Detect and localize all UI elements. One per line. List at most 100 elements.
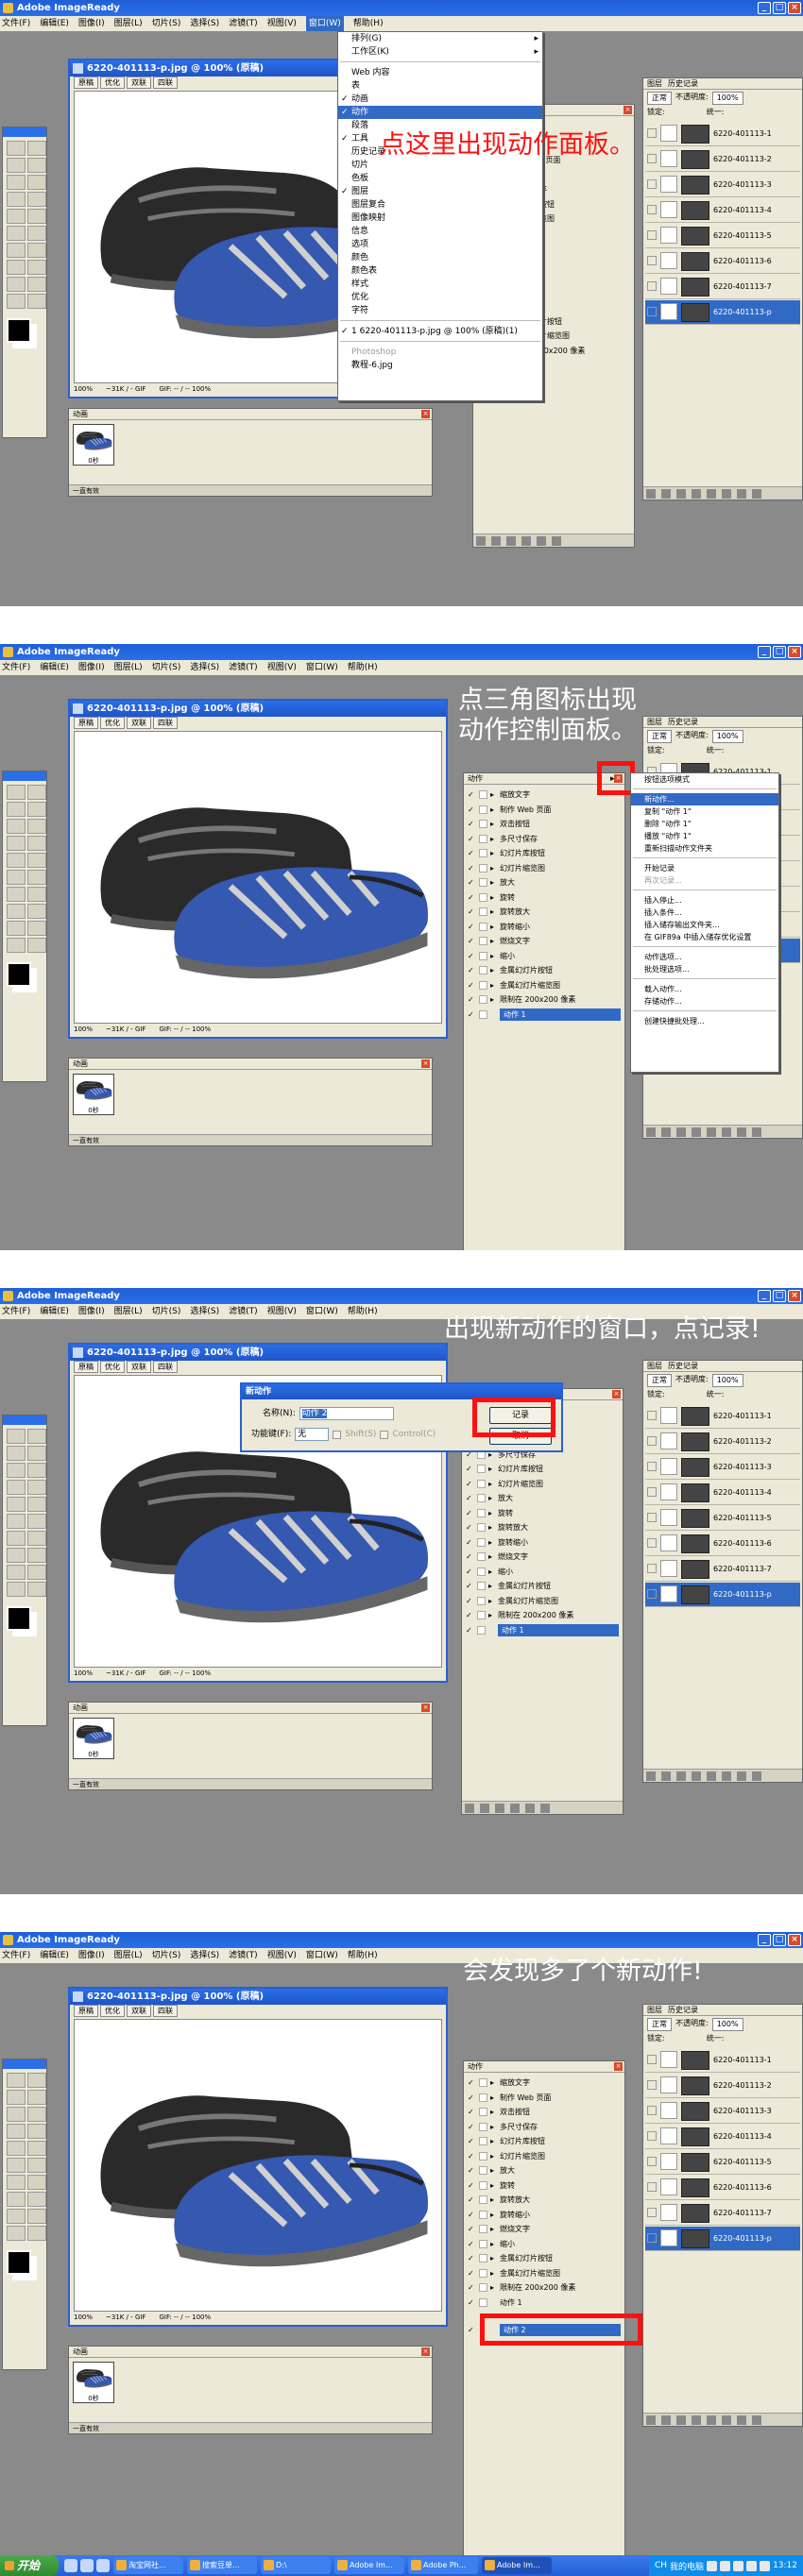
- menu-2[interactable]: 图像(I): [78, 1304, 105, 1319]
- actions-menu-item[interactable]: 插入停止...: [631, 894, 778, 907]
- action-row[interactable]: ✓ ▸ 燃烧文字: [466, 2223, 623, 2235]
- check-icon[interactable]: ✓: [468, 995, 476, 1004]
- tool-icon[interactable]: [7, 209, 26, 224]
- tray-icon[interactable]: [746, 2560, 758, 2571]
- layer-action-icon[interactable]: [661, 489, 671, 499]
- check-icon[interactable]: ✓: [468, 2195, 476, 2204]
- layer-action-icon[interactable]: [722, 489, 731, 499]
- tool-icon[interactable]: [27, 2107, 46, 2122]
- frame-delay[interactable]: 0秒: [74, 1106, 113, 1115]
- link-toggle[interactable]: [660, 1458, 677, 1475]
- dialog-toggle[interactable]: [477, 1567, 486, 1576]
- tray-icon[interactable]: [720, 2560, 731, 2571]
- view-tab[interactable]: 优化: [100, 76, 125, 89]
- check-icon[interactable]: ✓: [468, 2283, 476, 2292]
- dialog-toggle[interactable]: [479, 966, 487, 974]
- tool-icon[interactable]: [27, 141, 46, 156]
- layer-action-icon[interactable]: [661, 1127, 671, 1137]
- menu-6[interactable]: 滤镜(T): [229, 1948, 258, 1963]
- visibility-toggle[interactable]: [647, 1589, 657, 1599]
- visibility-toggle[interactable]: [647, 205, 657, 214]
- taskbar-button[interactable]: 淘宝网社...: [113, 2557, 183, 2574]
- link-toggle[interactable]: [660, 1407, 677, 1424]
- layer-action-icon[interactable]: [737, 2415, 746, 2425]
- check-icon[interactable]: ✓: [468, 2298, 476, 2307]
- layer-row[interactable]: 6220-401113-3: [645, 173, 800, 197]
- action-row[interactable]: ✓ ▸ 旋转缩小: [464, 1536, 621, 1549]
- check-icon[interactable]: ✓: [466, 1509, 474, 1517]
- layer-row[interactable]: 6220-401113-1: [645, 122, 800, 146]
- check-icon[interactable]: ✓: [468, 849, 476, 857]
- check-icon[interactable]: ✓: [466, 1597, 474, 1605]
- action-row[interactable]: ✓ ▸ 限制在 200x200 像素: [466, 993, 623, 1006]
- animation-loop[interactable]: 一直有效: [69, 1134, 432, 1145]
- action-row[interactable]: ✓ ▸ 金属幻灯片按钮: [464, 1580, 621, 1592]
- check-icon[interactable]: ✓: [468, 937, 476, 945]
- action-row[interactable]: ✓ ▸ 双击按钮: [466, 818, 623, 830]
- action-row[interactable]: ✓ ▸ 放大: [466, 876, 623, 889]
- view-tab[interactable]: 原稿: [74, 1361, 98, 1373]
- image-canvas[interactable]: [74, 731, 442, 1024]
- tool-icon[interactable]: [7, 2073, 26, 2088]
- expand-triangle-icon[interactable]: ▸: [490, 950, 494, 962]
- check-icon[interactable]: ✓: [468, 2240, 476, 2248]
- stop-icon[interactable]: [476, 536, 486, 546]
- menu-1[interactable]: 编辑(E): [40, 1948, 69, 1963]
- check-icon[interactable]: ✓: [468, 2152, 476, 2161]
- layer-row[interactable]: 6220-401113-5: [645, 224, 800, 248]
- window-menu-item[interactable]: 颜色: [338, 251, 542, 264]
- check-icon[interactable]: ✓: [468, 2211, 476, 2219]
- frame-delay[interactable]: 0秒: [74, 456, 113, 466]
- shift-checkbox[interactable]: [333, 1430, 342, 1439]
- blend-mode-select[interactable]: 正常: [647, 730, 672, 743]
- visibility-toggle[interactable]: [647, 256, 657, 265]
- expand-triangle-icon[interactable]: ▸: [490, 788, 494, 801]
- menu-5[interactable]: 选择(S): [190, 1304, 219, 1319]
- panel-tab[interactable]: 图层: [647, 717, 662, 727]
- tool-icon[interactable]: [7, 2090, 26, 2105]
- tool-icon[interactable]: [27, 1497, 46, 1512]
- layer-row[interactable]: 6220-401113-6: [645, 2176, 800, 2200]
- dialog-toggle[interactable]: [479, 2297, 487, 2307]
- view-tab[interactable]: 优化: [100, 2005, 125, 2017]
- tool-icon[interactable]: [27, 2192, 46, 2207]
- dialog-toggle[interactable]: [479, 2151, 487, 2161]
- layer-action-icon[interactable]: [646, 2415, 656, 2425]
- tool-icon[interactable]: [7, 294, 26, 309]
- actions-menu-item[interactable]: 按钮选项模式: [631, 773, 778, 786]
- view-tab[interactable]: 优化: [100, 1361, 125, 1373]
- minimize-button[interactable]: _: [758, 1934, 771, 1946]
- dialog-toggle[interactable]: [477, 1582, 486, 1590]
- maximize-button[interactable]: □: [773, 646, 786, 658]
- new-action-icon[interactable]: [537, 536, 546, 546]
- dialog-toggle[interactable]: [479, 2108, 487, 2116]
- taskbar-button[interactable]: Adobe Im...: [334, 2557, 404, 2574]
- dialog-toggle[interactable]: [479, 922, 487, 931]
- visibility-toggle[interactable]: [647, 2131, 657, 2141]
- tool-icon[interactable]: [27, 2209, 46, 2224]
- action-row[interactable]: ✓ ▸ 旋转缩小: [466, 921, 623, 933]
- view-tab[interactable]: 双联: [127, 717, 151, 729]
- menu-1[interactable]: 编辑(E): [40, 660, 69, 675]
- visibility-toggle[interactable]: [647, 1538, 657, 1548]
- stop-icon[interactable]: [465, 1804, 474, 1813]
- menu-4[interactable]: 切片(S): [152, 16, 181, 31]
- tool-icon[interactable]: [7, 158, 26, 173]
- action-row[interactable]: ✓ ▸ 旋转: [464, 1507, 621, 1519]
- actions-menu-item[interactable]: 复制 "动作 1": [631, 805, 778, 818]
- menu-4[interactable]: 切片(S): [152, 1304, 181, 1319]
- animation-loop[interactable]: 一直有效: [69, 484, 432, 496]
- tool-icon[interactable]: [7, 1429, 26, 1444]
- action-row[interactable]: ✓ ▸ 幻灯片库按钮: [466, 2135, 623, 2147]
- layer-row[interactable]: 6220-401113-3: [645, 2099, 800, 2124]
- tool-icon[interactable]: [7, 141, 26, 156]
- window-menu-item[interactable]: 信息: [338, 225, 542, 238]
- menu-4[interactable]: 切片(S): [152, 1948, 181, 1963]
- tool-icon[interactable]: [7, 243, 26, 258]
- link-toggle[interactable]: [660, 1509, 677, 1526]
- menu-3[interactable]: 图层(L): [114, 660, 143, 675]
- dialog-toggle[interactable]: [479, 863, 487, 873]
- panel-tab[interactable]: 图层: [647, 2005, 662, 2015]
- animation-loop[interactable]: 一直有效: [69, 1778, 432, 1789]
- layer-row[interactable]: 6220-401113-7: [645, 275, 800, 299]
